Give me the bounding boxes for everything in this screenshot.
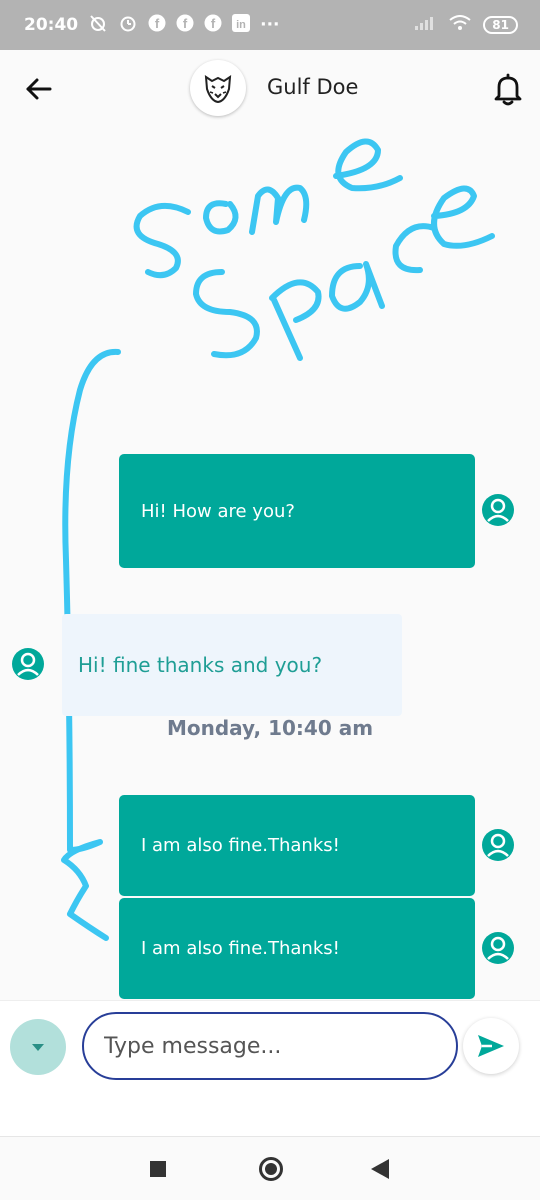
app-bar: Gulf Doe	[0, 50, 540, 128]
user-avatar-icon	[482, 829, 514, 861]
status-right: 81	[415, 14, 518, 36]
status-time: 20:40	[24, 15, 79, 35]
message-composer	[0, 1000, 540, 1136]
muted-alarm-icon	[88, 13, 108, 37]
recents-button[interactable]	[150, 1161, 166, 1177]
status-bar: 20:40 f f f in ··· 81	[0, 0, 540, 50]
nav-back-icon[interactable]	[371, 1159, 389, 1179]
message-text: I am also fine.Thanks!	[141, 835, 340, 856]
outgoing-message-bubble[interactable]: I am also fine.Thanks!	[119, 795, 475, 896]
send-icon	[478, 1035, 504, 1057]
contact-avatar[interactable]	[190, 60, 246, 116]
wifi-icon	[449, 14, 471, 36]
svg-text:f: f	[211, 16, 216, 31]
message-input[interactable]	[82, 1012, 458, 1080]
linkedin-icon: in	[232, 14, 251, 36]
outgoing-message-bubble[interactable]: I am also fine.Thanks!	[119, 898, 475, 999]
back-arrow-icon[interactable]	[22, 72, 56, 106]
facebook-icon: f	[148, 14, 166, 36]
send-button[interactable]	[463, 1018, 519, 1074]
chevron-down-icon	[32, 1044, 44, 1051]
status-left: 20:40 f f f in ···	[24, 13, 280, 37]
message-text: Hi! fine thanks and you?	[78, 653, 323, 677]
facebook-icon: f	[176, 14, 194, 36]
expand-button[interactable]	[10, 1019, 66, 1075]
tiger-logo-icon	[204, 75, 232, 104]
message-text: I am also fine.Thanks!	[141, 938, 340, 959]
signal-icon	[415, 15, 437, 35]
more-notifications-icon: ···	[260, 15, 280, 35]
outgoing-message-bubble[interactable]: Hi! How are you?	[119, 454, 475, 568]
battery-icon: 81	[483, 16, 518, 34]
svg-text:f: f	[155, 16, 160, 31]
facebook-icon: f	[204, 14, 222, 36]
user-avatar-icon	[12, 648, 44, 680]
alarm-icon	[118, 13, 138, 37]
user-avatar-icon	[482, 932, 514, 964]
bell-icon[interactable]	[490, 71, 526, 107]
contact-name: Gulf Doe	[267, 75, 359, 99]
home-button[interactable]	[259, 1157, 283, 1181]
system-nav-bar	[0, 1136, 540, 1200]
user-avatar-icon	[482, 494, 514, 526]
message-text: Hi! How are you?	[141, 500, 295, 522]
date-separator: Monday, 10:40 am	[166, 716, 374, 740]
svg-text:in: in	[236, 19, 246, 31]
incoming-message-bubble[interactable]: Hi! fine thanks and you?	[62, 614, 402, 716]
svg-text:f: f	[183, 16, 188, 31]
